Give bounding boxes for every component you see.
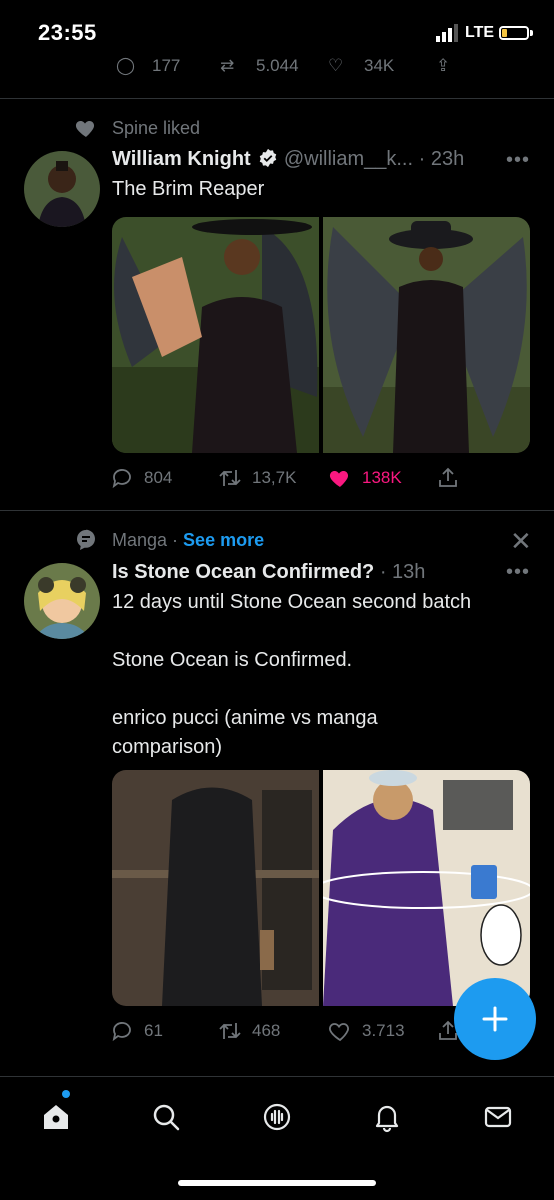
tweet-time: · 23h bbox=[418, 148, 465, 170]
dismiss-icon[interactable]: ✕ bbox=[510, 526, 532, 557]
like-button[interactable]: 138K bbox=[328, 466, 402, 490]
author-name[interactable]: Is Stone Ocean Confirmed? bbox=[112, 561, 374, 583]
prev-retweet-count: 5.044 bbox=[256, 56, 299, 75]
tab-notifications[interactable] bbox=[367, 1097, 407, 1137]
topic-icon bbox=[77, 529, 95, 550]
share-icon[interactable]: ⇪ bbox=[436, 56, 450, 76]
spaces-icon bbox=[263, 1103, 291, 1131]
new-content-dot bbox=[62, 1090, 70, 1098]
tweet-time: · 13h bbox=[379, 561, 426, 583]
previous-tweet-actions: ◯ 177 ⇄ 5.044 ♡ 34K ⇪ bbox=[110, 56, 470, 78]
search-icon bbox=[153, 1104, 180, 1131]
avatar[interactable] bbox=[24, 151, 100, 227]
retweet-button[interactable]: 468 bbox=[218, 1019, 280, 1043]
prev-like-count: 34K bbox=[364, 56, 395, 75]
network-label: LTE bbox=[465, 24, 495, 41]
battery-icon bbox=[499, 26, 529, 40]
tab-spaces[interactable] bbox=[257, 1097, 297, 1137]
reply-count: 61 bbox=[144, 1021, 163, 1040]
notifications-icon bbox=[375, 1105, 399, 1133]
reply-icon[interactable]: ◯ bbox=[116, 56, 135, 76]
signal-icon bbox=[436, 24, 458, 42]
topic-name[interactable]: Manga bbox=[112, 530, 167, 550]
more-options-icon[interactable]: ••• bbox=[506, 149, 530, 172]
retweet-icon[interactable]: ⇄ bbox=[220, 56, 234, 76]
retweet-count: 468 bbox=[252, 1021, 281, 1040]
plus-icon bbox=[482, 1006, 508, 1032]
tweet-card[interactable]: Spine liked William Knight @william__k..… bbox=[0, 99, 554, 510]
prev-reply-count: 177 bbox=[152, 56, 181, 75]
retweet-icon bbox=[219, 470, 241, 486]
tweet-header: Is Stone Ocean Confirmed? · 13h bbox=[112, 561, 425, 584]
tweet-media[interactable] bbox=[112, 770, 530, 1006]
tweet-card[interactable]: Manga · See more ✕ Is Stone Ocean Confir… bbox=[0, 511, 554, 1061]
photo-brim-reaper-1 bbox=[112, 217, 319, 453]
media-image[interactable] bbox=[112, 217, 319, 453]
share-icon bbox=[439, 467, 457, 487]
media-image[interactable] bbox=[323, 217, 530, 453]
retweet-count: 13,7K bbox=[252, 468, 297, 487]
see-more-link[interactable]: See more bbox=[183, 530, 264, 550]
tweet-actions: 804 13,7K 138K bbox=[110, 466, 470, 494]
tweet-text: 12 days until Stone Ocean second batch S… bbox=[112, 591, 472, 758]
tab-home[interactable] bbox=[36, 1097, 76, 1137]
status-time: 23:55 bbox=[38, 20, 97, 45]
reply-button[interactable]: 804 bbox=[110, 466, 172, 490]
photo-brim-reaper-2 bbox=[323, 217, 530, 453]
like-count: 138K bbox=[362, 468, 402, 487]
reply-icon bbox=[112, 469, 131, 489]
tab-search[interactable] bbox=[146, 1097, 186, 1137]
manga-panel bbox=[323, 770, 530, 1006]
heart-icon bbox=[75, 121, 95, 137]
reply-button[interactable]: 61 bbox=[110, 1019, 163, 1043]
tab-messages[interactable] bbox=[478, 1097, 518, 1137]
compose-tweet-button[interactable] bbox=[454, 978, 536, 1060]
battery-level bbox=[502, 29, 507, 37]
like-icon bbox=[329, 471, 349, 487]
tweet-header: William Knight @william__k... · 23h bbox=[112, 148, 464, 171]
avatar-image bbox=[24, 151, 100, 227]
like-count: 3.713 bbox=[362, 1021, 405, 1040]
avatar-image bbox=[24, 563, 100, 639]
share-button[interactable] bbox=[436, 466, 460, 490]
like-icon[interactable]: ♡ bbox=[328, 56, 343, 76]
reply-icon bbox=[112, 1022, 131, 1042]
media-image[interactable] bbox=[112, 770, 319, 1006]
verified-icon bbox=[260, 148, 277, 168]
social-context: Spine liked bbox=[112, 118, 201, 138]
anime-screenshot bbox=[112, 770, 319, 1006]
home-indicator[interactable] bbox=[178, 1180, 376, 1186]
home-icon bbox=[44, 1105, 68, 1129]
media-image[interactable] bbox=[323, 770, 530, 1006]
retweet-button[interactable]: 13,7K bbox=[218, 466, 296, 490]
topic-context: Manga · See more bbox=[112, 530, 264, 551]
status-bar: 23:55 LTE bbox=[0, 0, 554, 62]
more-options-icon[interactable]: ••• bbox=[506, 561, 530, 584]
context-separator: · bbox=[167, 530, 184, 550]
author-handle[interactable]: @william__k... bbox=[284, 148, 413, 170]
retweet-icon bbox=[219, 1023, 241, 1039]
like-icon bbox=[329, 1023, 349, 1042]
avatar[interactable] bbox=[24, 563, 100, 639]
tweet-text: The Brim Reaper bbox=[112, 178, 265, 200]
reply-count: 804 bbox=[144, 468, 173, 487]
like-button[interactable]: 3.713 bbox=[328, 1019, 405, 1043]
messages-icon bbox=[484, 1106, 512, 1128]
battery-nub bbox=[530, 30, 533, 36]
tweet-actions: 61 468 3.713 bbox=[110, 1019, 470, 1047]
author-name[interactable]: William Knight bbox=[112, 148, 251, 170]
tweet-media[interactable] bbox=[112, 217, 530, 453]
